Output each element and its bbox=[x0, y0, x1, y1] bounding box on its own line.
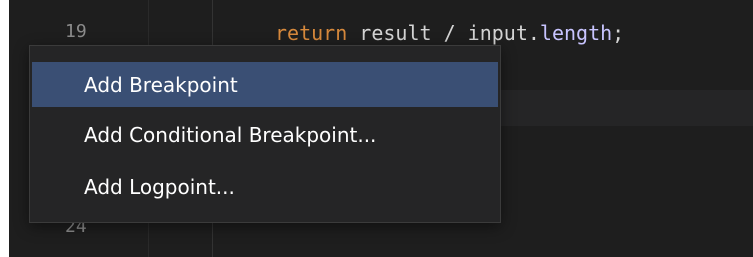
context-menu: Add Breakpoint Add Conditional Breakpoin… bbox=[29, 45, 501, 223]
menu-item-add-conditional-breakpoint[interactable]: Add Conditional Breakpoint... bbox=[32, 112, 498, 157]
line-number-19: 19 bbox=[65, 21, 87, 42]
code-semicolon: ; bbox=[612, 21, 625, 45]
code-keyword-return: return bbox=[275, 21, 348, 45]
code-property-length: length bbox=[539, 21, 613, 45]
code-line-19[interactable]: return result / input.length; bbox=[275, 19, 624, 47]
menu-item-add-logpoint[interactable]: Add Logpoint... bbox=[32, 164, 498, 209]
code-expression: result / input. bbox=[347, 21, 540, 45]
screen: 19 24 return result / input.length; Add … bbox=[0, 0, 753, 257]
menu-item-add-breakpoint[interactable]: Add Breakpoint bbox=[32, 62, 498, 107]
